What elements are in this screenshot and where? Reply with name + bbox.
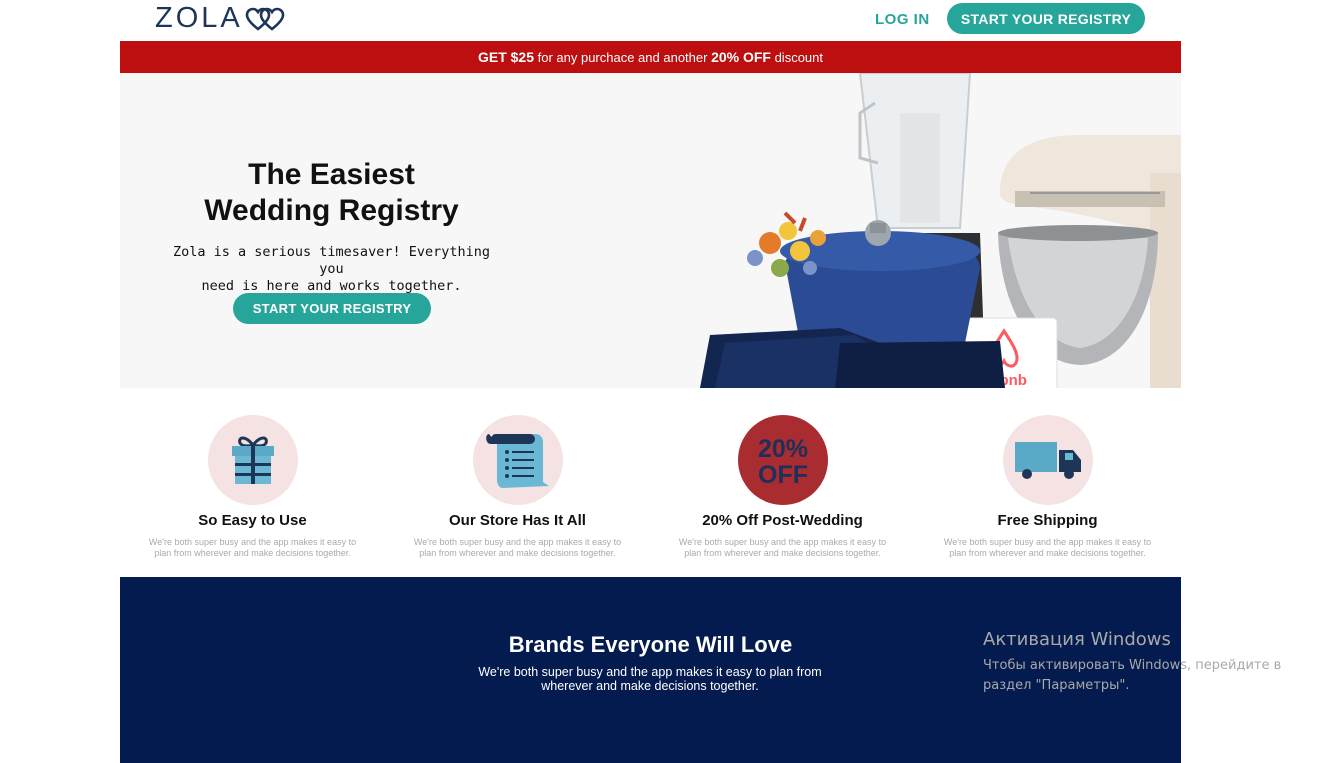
feature-title: So Easy to Use (198, 512, 307, 529)
gift-icon (231, 436, 274, 484)
hero-products-image: airbnb (700, 73, 1181, 388)
start-registry-button-header[interactable]: START YOUR REGISTRY (947, 3, 1145, 34)
features-section: So Easy to Use We're both super busy and… (120, 388, 1181, 577)
feature-description: We're both super busy and the app makes … (413, 537, 622, 558)
promo-discount: 20% OFF (711, 49, 771, 65)
feature-20-off: 20% OFF 20% Off Post-Wedding We're both … (650, 415, 915, 559)
feature-description: We're both super busy and the app makes … (943, 537, 1152, 558)
windows-activation-watermark: Активация Windows Чтобы активировать Win… (983, 629, 1303, 696)
promo-amount: GET $25 (477, 49, 534, 65)
scroll-list-icon (485, 434, 549, 488)
watermark-text: Чтобы активировать Windows, перейдите в … (983, 658, 1282, 693)
hero-subtitle: Zola is a serious timesaver! Everything … (173, 244, 490, 294)
hero-section: The Easiest Wedding Registry Zola is a s… (120, 73, 1181, 388)
discount-badge-icon: 20% OFF (737, 415, 828, 505)
start-registry-button-hero[interactable]: START YOUR REGISTRY (233, 293, 431, 324)
promo-banner[interactable]: GET $25 for any purchace and another 20%… (120, 41, 1181, 73)
badge-off-text: OFF (758, 461, 808, 489)
truck-icon (1014, 442, 1081, 479)
feature-easy-to-use: So Easy to Use We're both super busy and… (120, 415, 385, 559)
feature-title: Our Store Has It All (449, 512, 586, 529)
zola-logo[interactable]: ZOLA (155, 2, 285, 35)
promo-text: for any purchace and another (534, 50, 712, 65)
feature-title: Free Shipping (997, 512, 1098, 529)
feature-description: We're both super busy and the app makes … (678, 537, 887, 558)
feature-free-shipping: Free Shipping We're both super busy and … (915, 415, 1180, 559)
brands-subtitle: We're both super busy and the app makes … (478, 665, 822, 693)
logo-text: ZOLA (155, 2, 243, 34)
feature-title: 20% Off Post-Wedding (702, 512, 863, 529)
feature-description: We're both super busy and the app makes … (148, 537, 357, 558)
promo-text-end: discount (770, 50, 824, 65)
login-link[interactable]: LOG IN (875, 11, 930, 28)
watermark-title: Активация Windows (983, 629, 1171, 650)
hearts-logo-icon (245, 7, 285, 31)
feature-store-has-it-all: Our Store Has It All We're both super bu… (385, 415, 650, 559)
badge-percent-text: 20% (757, 435, 807, 463)
hero-title: The Easiest Wedding Registry (204, 158, 459, 227)
site-header: ZOLA LOG IN START YOUR REGISTRY (120, 0, 1181, 41)
